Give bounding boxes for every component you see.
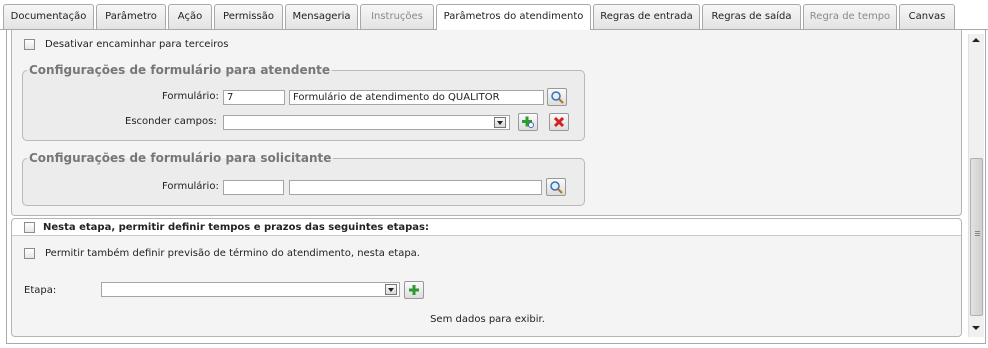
scrollbar-thumb[interactable] (970, 158, 983, 316)
thumb-grip (975, 231, 980, 232)
attendant-form-label: Formulário: (162, 91, 219, 102)
attendant-form-search-button[interactable] (547, 88, 567, 106)
requester-form-name-input[interactable] (289, 180, 542, 195)
attendant-form-name-input[interactable]: Formulário de atendimento do QUALITOR (289, 90, 544, 105)
magnifier-icon (550, 181, 563, 194)
disable-forward-label: Desativar encaminhar para terceiros (45, 39, 229, 50)
tab-documentacao[interactable]: Documentação (3, 4, 94, 29)
vertical-scrollbar[interactable] (968, 34, 984, 337)
tab-regras-saida[interactable]: Regras de saída (702, 4, 801, 29)
deadlines-header-label: Nesta etapa, permitir definir tempos e p… (43, 222, 429, 233)
forecast-checkbox[interactable] (24, 248, 35, 259)
stage-label: Etapa: (24, 285, 57, 296)
tab-regras-entrada[interactable]: Regras de entrada (593, 4, 700, 29)
tab-permissao[interactable]: Permissão (214, 4, 283, 29)
hide-fields-dropdown-button[interactable] (494, 117, 506, 128)
deadlines-checkbox[interactable] (24, 222, 35, 233)
tab-parametros-atendimento[interactable]: Parâmetros do atendimento (436, 4, 591, 31)
thumb-grip (975, 233, 980, 234)
add-green-icon (409, 285, 419, 295)
requester-form-code-input[interactable] (223, 180, 284, 195)
empty-grid-message: Sem dados para exibir. (430, 314, 545, 325)
forecast-label: Permitir também definir previsão de térm… (45, 248, 420, 259)
hide-fields-label: Esconder campos: (125, 116, 217, 127)
stage-add-button[interactable] (404, 281, 424, 299)
add-search-icon (522, 116, 534, 128)
magnifier-icon (551, 91, 564, 104)
hide-fields-add-button[interactable] (518, 113, 538, 131)
tab-instrucoes[interactable]: Instruções (360, 4, 434, 29)
remove-red-icon (553, 116, 565, 128)
thumb-grip (975, 235, 980, 236)
tab-bar: Documentação Parâmetro Ação Permissão Me… (3, 4, 963, 31)
scroll-down-arrow-icon[interactable] (972, 326, 980, 330)
requester-form-fieldset: Configurações de formulário para solicit… (22, 151, 585, 206)
deadlines-section: Nesta etapa, permitir definir tempos e p… (11, 218, 962, 337)
stage-dropdown-button[interactable] (385, 284, 397, 295)
requester-form-search-button[interactable] (546, 178, 566, 196)
stage-combo[interactable] (101, 282, 400, 297)
hide-fields-remove-button[interactable] (549, 113, 569, 131)
disable-forward-checkbox[interactable] (24, 39, 35, 50)
tab-mensageria[interactable]: Mensageria (285, 4, 358, 29)
attendant-form-code-input[interactable]: 7 (223, 90, 285, 105)
tab-acao[interactable]: Ação (168, 4, 212, 29)
tab-regra-tempo[interactable]: Regra de tempo (803, 4, 897, 29)
attendant-form-legend: Configurações de formulário para atenden… (29, 63, 330, 77)
form-settings-section: Desativar encaminhar para terceiros Conf… (11, 30, 962, 216)
hide-fields-combo[interactable] (223, 115, 510, 130)
requester-form-legend: Configurações de formulário para solicit… (29, 151, 332, 165)
requester-form-label: Formulário: (162, 181, 219, 192)
tab-canvas[interactable]: Canvas (899, 4, 955, 29)
scroll-up-arrow-icon[interactable] (972, 38, 980, 42)
tab-parametro[interactable]: Parâmetro (96, 4, 166, 29)
